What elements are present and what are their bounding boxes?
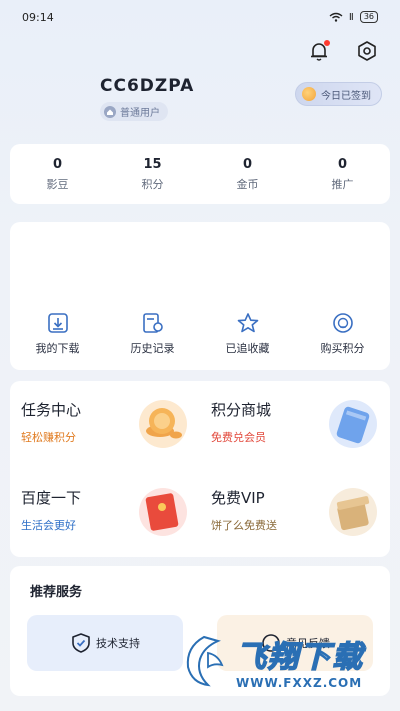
status-bar: 09:14 Ⅱ 36	[0, 0, 400, 34]
feature-subtitle: 轻松赚积分	[21, 431, 76, 444]
shortcut-downloads[interactable]: 我的下载	[10, 312, 105, 356]
notification-dot	[324, 40, 330, 46]
wifi-icon	[329, 12, 343, 22]
feedback-button[interactable]: 意见反馈	[217, 615, 373, 671]
user-level-badge[interactable]: 普通用户	[100, 102, 168, 121]
history-icon	[142, 313, 163, 333]
red-envelope-icon	[139, 488, 187, 536]
user-level-label: 普通用户	[120, 108, 160, 119]
star-icon	[237, 313, 258, 333]
stat-value: 0	[242, 156, 253, 172]
settings-button[interactable]	[354, 38, 380, 64]
vip-card-icon	[329, 400, 377, 448]
stat-value: 0	[52, 156, 63, 172]
stat-label: 金币	[236, 177, 259, 191]
feature-subtitle: 饼了么免费送	[211, 519, 277, 532]
shortcut-favorites[interactable]: 已追收藏	[200, 312, 295, 356]
shortcut-label: 我的下载	[35, 342, 80, 355]
feature-title: 百度一下	[21, 489, 82, 507]
download-icon	[47, 313, 68, 333]
home-icon	[104, 105, 116, 118]
coin-stack-icon	[139, 400, 187, 448]
services-card: 推荐服务 技术支持 意见反馈	[10, 566, 390, 696]
tech-support-label: 技术支持	[96, 637, 140, 650]
shortcut-buy-points[interactable]: 购买积分	[295, 312, 390, 356]
feature-subtitle: 免费兑会员	[211, 431, 266, 444]
stat-label: 推广	[331, 177, 354, 191]
stat-yingdou[interactable]: 0 影豆	[10, 144, 105, 204]
status-time: 09:14	[22, 10, 54, 24]
shortcuts-card: 我的下载 历史记录 已追收藏 购买积分	[10, 222, 390, 370]
signal-icon: Ⅱ	[348, 11, 354, 23]
feature-grid: 任务中心 轻松赚积分 积分商城 免费兑会员 百度一下 生活会更好 免费VIP 饼…	[10, 381, 390, 557]
shortcut-history[interactable]: 历史记录	[105, 312, 200, 356]
feedback-label: 意见反馈	[286, 637, 330, 650]
shield-check-icon	[72, 633, 90, 653]
tech-support-button[interactable]: 技术支持	[27, 615, 183, 671]
feature-title: 积分商城	[211, 401, 272, 419]
feature-title: 任务中心	[21, 401, 82, 419]
stat-label: 积分	[141, 177, 164, 191]
status-indicators: Ⅱ 36	[329, 11, 378, 23]
shortcut-label: 购买积分	[320, 342, 365, 355]
checkin-label: 今日已签到	[321, 90, 371, 102]
points-icon	[332, 313, 353, 333]
services-title: 推荐服务	[30, 585, 83, 600]
header-actions	[306, 38, 380, 64]
feature-title: 免费VIP	[211, 489, 265, 507]
battery-icon: 36	[359, 11, 378, 23]
stat-value: 0	[337, 156, 348, 172]
username: CC6DZPA	[100, 76, 195, 96]
stat-points[interactable]: 15 积分	[105, 144, 200, 204]
shortcut-label: 已追收藏	[225, 342, 270, 355]
stat-gold[interactable]: 0 金币	[200, 144, 295, 204]
coin-icon	[302, 87, 316, 101]
notification-button[interactable]	[306, 38, 332, 64]
stat-promotion[interactable]: 0 推广	[295, 144, 390, 204]
gift-box-icon	[329, 488, 377, 536]
feedback-icon	[262, 634, 280, 652]
profile-header: CC6DZPA 普通用户	[100, 76, 194, 122]
feature-subtitle: 生活会更好	[21, 519, 76, 532]
feature-free-vip[interactable]: 免费VIP 饼了么免费送	[200, 469, 390, 557]
stat-value: 15	[143, 156, 162, 172]
checkin-button[interactable]: 今日已签到	[295, 82, 382, 106]
feature-task-center[interactable]: 任务中心 轻松赚积分	[10, 381, 200, 469]
gear-icon	[358, 41, 376, 61]
shortcut-label: 历史记录	[130, 342, 175, 355]
feature-points-mall[interactable]: 积分商城 免费兑会员	[200, 381, 390, 469]
shortcut-row: 我的下载 历史记录 已追收藏 购买积分	[10, 312, 390, 356]
stat-label: 影豆	[46, 177, 69, 191]
stats-card: 0 影豆 15 积分 0 金币 0 推广	[10, 144, 390, 204]
feature-baidu[interactable]: 百度一下 生活会更好	[10, 469, 200, 557]
